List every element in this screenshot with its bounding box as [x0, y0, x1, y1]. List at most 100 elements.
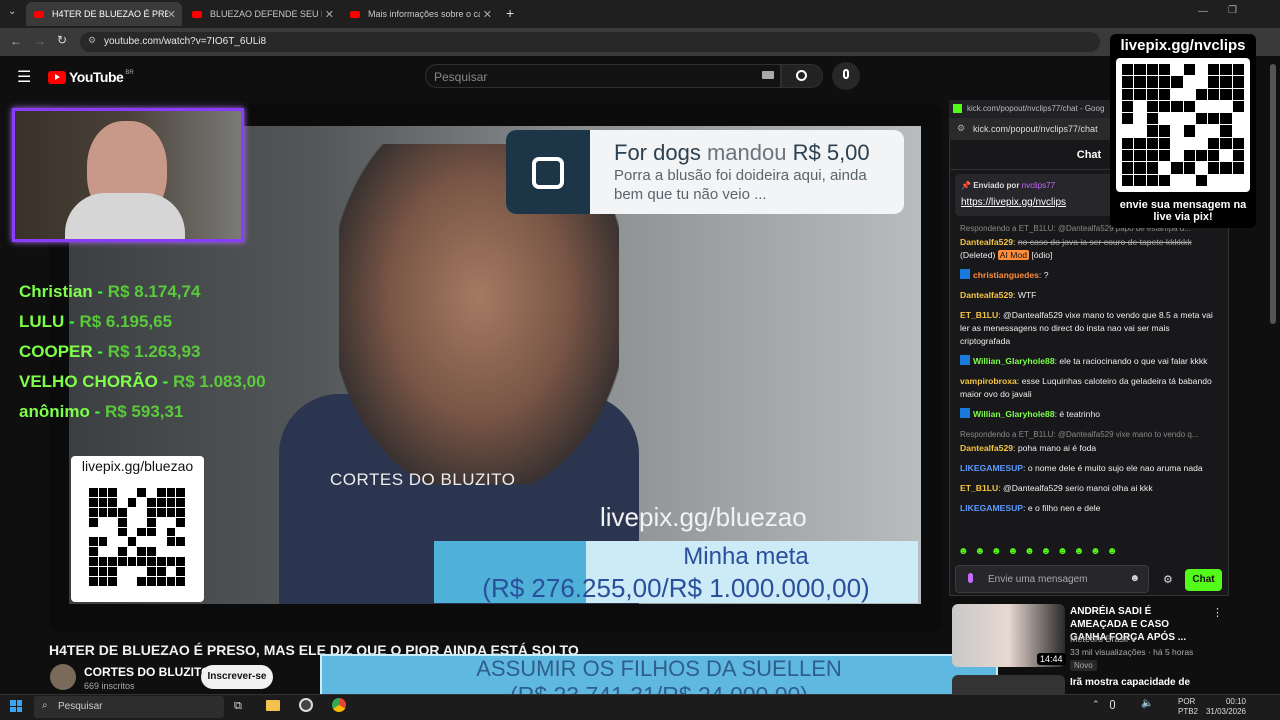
more-options-icon[interactable]: ⋮	[1212, 606, 1223, 619]
qr-module	[1122, 125, 1133, 136]
obs-icon[interactable]	[299, 698, 313, 712]
qr-module	[108, 528, 117, 537]
microphone-icon[interactable]	[968, 573, 973, 583]
qr-module	[1233, 175, 1244, 186]
qr-module	[176, 537, 185, 547]
windows-start-icon[interactable]	[10, 700, 22, 712]
qr-module	[128, 547, 137, 556]
tab-mais-informacoes[interactable]: Mais informações sobre o caso ✕	[342, 2, 498, 26]
qr-module	[1220, 76, 1232, 88]
qr-module	[1208, 88, 1220, 100]
qr-module	[1134, 125, 1145, 136]
chat-message-input[interactable]: Envie uma mensagem ☻	[955, 565, 1149, 593]
minimize-window-icon[interactable]: —	[1198, 6, 1208, 17]
qr-module	[118, 547, 127, 557]
qr-code-bluezao	[71, 456, 204, 602]
keyboard-language[interactable]: POR PTB2	[1178, 697, 1198, 717]
qr-module	[1220, 101, 1231, 112]
qr-module	[137, 557, 147, 567]
chat-username[interactable]: vampirobroxa	[960, 376, 1017, 386]
tab-list-button[interactable]: ⌄	[8, 6, 16, 17]
qr-module	[1146, 100, 1158, 113]
menu-icon[interactable]: ☰	[17, 67, 31, 87]
pinned-by: 📌 Enviado por nvclips77	[961, 181, 1056, 190]
avatar[interactable]	[50, 664, 76, 690]
recommendation-title[interactable]: Irã mostra capacidade de	[1070, 677, 1190, 688]
maximize-window-icon[interactable]: ❐	[1228, 5, 1237, 16]
chat-username[interactable]: christianguedes	[973, 270, 1039, 280]
close-tab-icon[interactable]: ✕	[325, 8, 334, 21]
taskbar-search[interactable]: ⌕ Pesquisar	[34, 696, 224, 718]
chat-username[interactable]: Dantealfa529	[960, 290, 1013, 300]
qr-module	[147, 517, 156, 527]
qr-module	[147, 497, 156, 507]
qr-module	[147, 507, 156, 517]
microphone-icon[interactable]	[1110, 700, 1115, 709]
qr-module	[98, 557, 108, 567]
qr-module	[147, 577, 156, 586]
emoji-icon[interactable]: ☻	[1129, 573, 1140, 584]
tab-bluezao-defende[interactable]: BLUEZAO DEFENDE SEU FÃ, GA ✕	[184, 2, 340, 26]
qr-module	[1196, 101, 1207, 112]
chat-messages: Respondendo a ET_B1LU: @Dantealfa529 pap…	[960, 222, 1216, 522]
chat-username[interactable]: Willian_Glaryhole88	[973, 409, 1055, 419]
channel-name[interactable]: CORTES DO BLUZITO	[84, 665, 210, 679]
video-duration: 14:44	[1037, 653, 1066, 665]
recommendation-thumbnail[interactable]	[952, 675, 1065, 695]
qr-module	[176, 577, 185, 586]
search-icon	[796, 70, 807, 81]
qr-module	[1184, 76, 1195, 87]
tab-video[interactable]: H4TER DE BLUEZAO É PRES ✕	[26, 2, 182, 26]
forward-icon[interactable]: →	[34, 34, 46, 48]
qr-module	[1184, 175, 1195, 186]
qr-module	[1232, 137, 1244, 150]
chat-text: poha mano ai é foda	[1017, 443, 1097, 453]
recommendation-channel[interactable]: Meteoro Brasil ✔	[1070, 634, 1138, 645]
close-tab-icon[interactable]: ✕	[483, 8, 492, 21]
speaker-icon[interactable]: 🔈	[1141, 698, 1153, 709]
chat-send-button[interactable]: Chat	[1185, 569, 1222, 591]
qr-module	[89, 537, 98, 547]
address-bar[interactable]: ⚙ youtube.com/watch?v=7IO6T_6ULi8	[80, 32, 1100, 52]
qr-module	[156, 507, 166, 517]
file-explorer-icon[interactable]	[266, 700, 280, 711]
qr-module	[167, 567, 176, 576]
search-button[interactable]	[781, 64, 823, 88]
subscribe-button[interactable]: Inscrever-se	[201, 665, 273, 689]
qr-module	[1146, 64, 1158, 76]
taskbar-clock[interactable]: 00:10 31/03/2026	[1200, 697, 1246, 717]
site-info-icon[interactable]: ⚙	[88, 35, 96, 46]
chat-message: Willian_Glaryhole88: ele ta raciocinando…	[960, 355, 1216, 368]
chat-settings-gear-icon[interactable]: ⚙	[1163, 573, 1173, 586]
qr-module	[99, 518, 108, 527]
voice-search-button[interactable]	[832, 62, 860, 90]
chat-username[interactable]: Willian_Glaryhole88	[973, 356, 1055, 366]
chat-username[interactable]: LIKEGAMESUP	[960, 463, 1023, 473]
reload-icon[interactable]: ↻	[57, 33, 67, 47]
tray-overflow-icon[interactable]: ⌃	[1092, 699, 1100, 710]
pinned-link[interactable]: https://livepix.gg/nvclips	[961, 197, 1066, 208]
task-view-icon[interactable]: ⧉	[234, 700, 242, 713]
webcam-person-body	[65, 193, 185, 239]
chat-username[interactable]: ET_B1LU	[960, 483, 998, 493]
new-tab-button[interactable]: +	[506, 5, 514, 21]
chat-username[interactable]: Dantealfa529	[960, 443, 1013, 453]
search-input[interactable]: Pesquisar	[425, 64, 781, 88]
emote-bar[interactable]: ☻☻☻☻☻☻☻☻☻☻	[958, 546, 1123, 557]
youtube-logo[interactable]: YouTube BR	[48, 69, 134, 85]
back-icon[interactable]: ←	[10, 34, 22, 48]
qr-overlay-caption: envie sua mensagem na live via pix!	[1119, 199, 1247, 223]
qr-module	[1183, 162, 1195, 174]
qr-module	[118, 488, 127, 497]
keyboard-icon[interactable]	[762, 71, 774, 79]
qr-module	[1196, 138, 1207, 149]
livepix-url: livepix.gg/bluezao	[600, 502, 807, 532]
qr-code-nvclips	[1116, 58, 1250, 192]
qr-module	[98, 497, 108, 507]
chat-username[interactable]: Dantealfa529	[960, 237, 1013, 247]
page-scrollbar[interactable]	[1270, 64, 1276, 324]
chrome-icon[interactable]	[332, 698, 346, 712]
close-tab-icon[interactable]: ✕	[167, 8, 176, 21]
chat-username[interactable]: LIKEGAMESUP	[960, 503, 1023, 513]
chat-username[interactable]: ET_B1LU	[960, 310, 998, 320]
